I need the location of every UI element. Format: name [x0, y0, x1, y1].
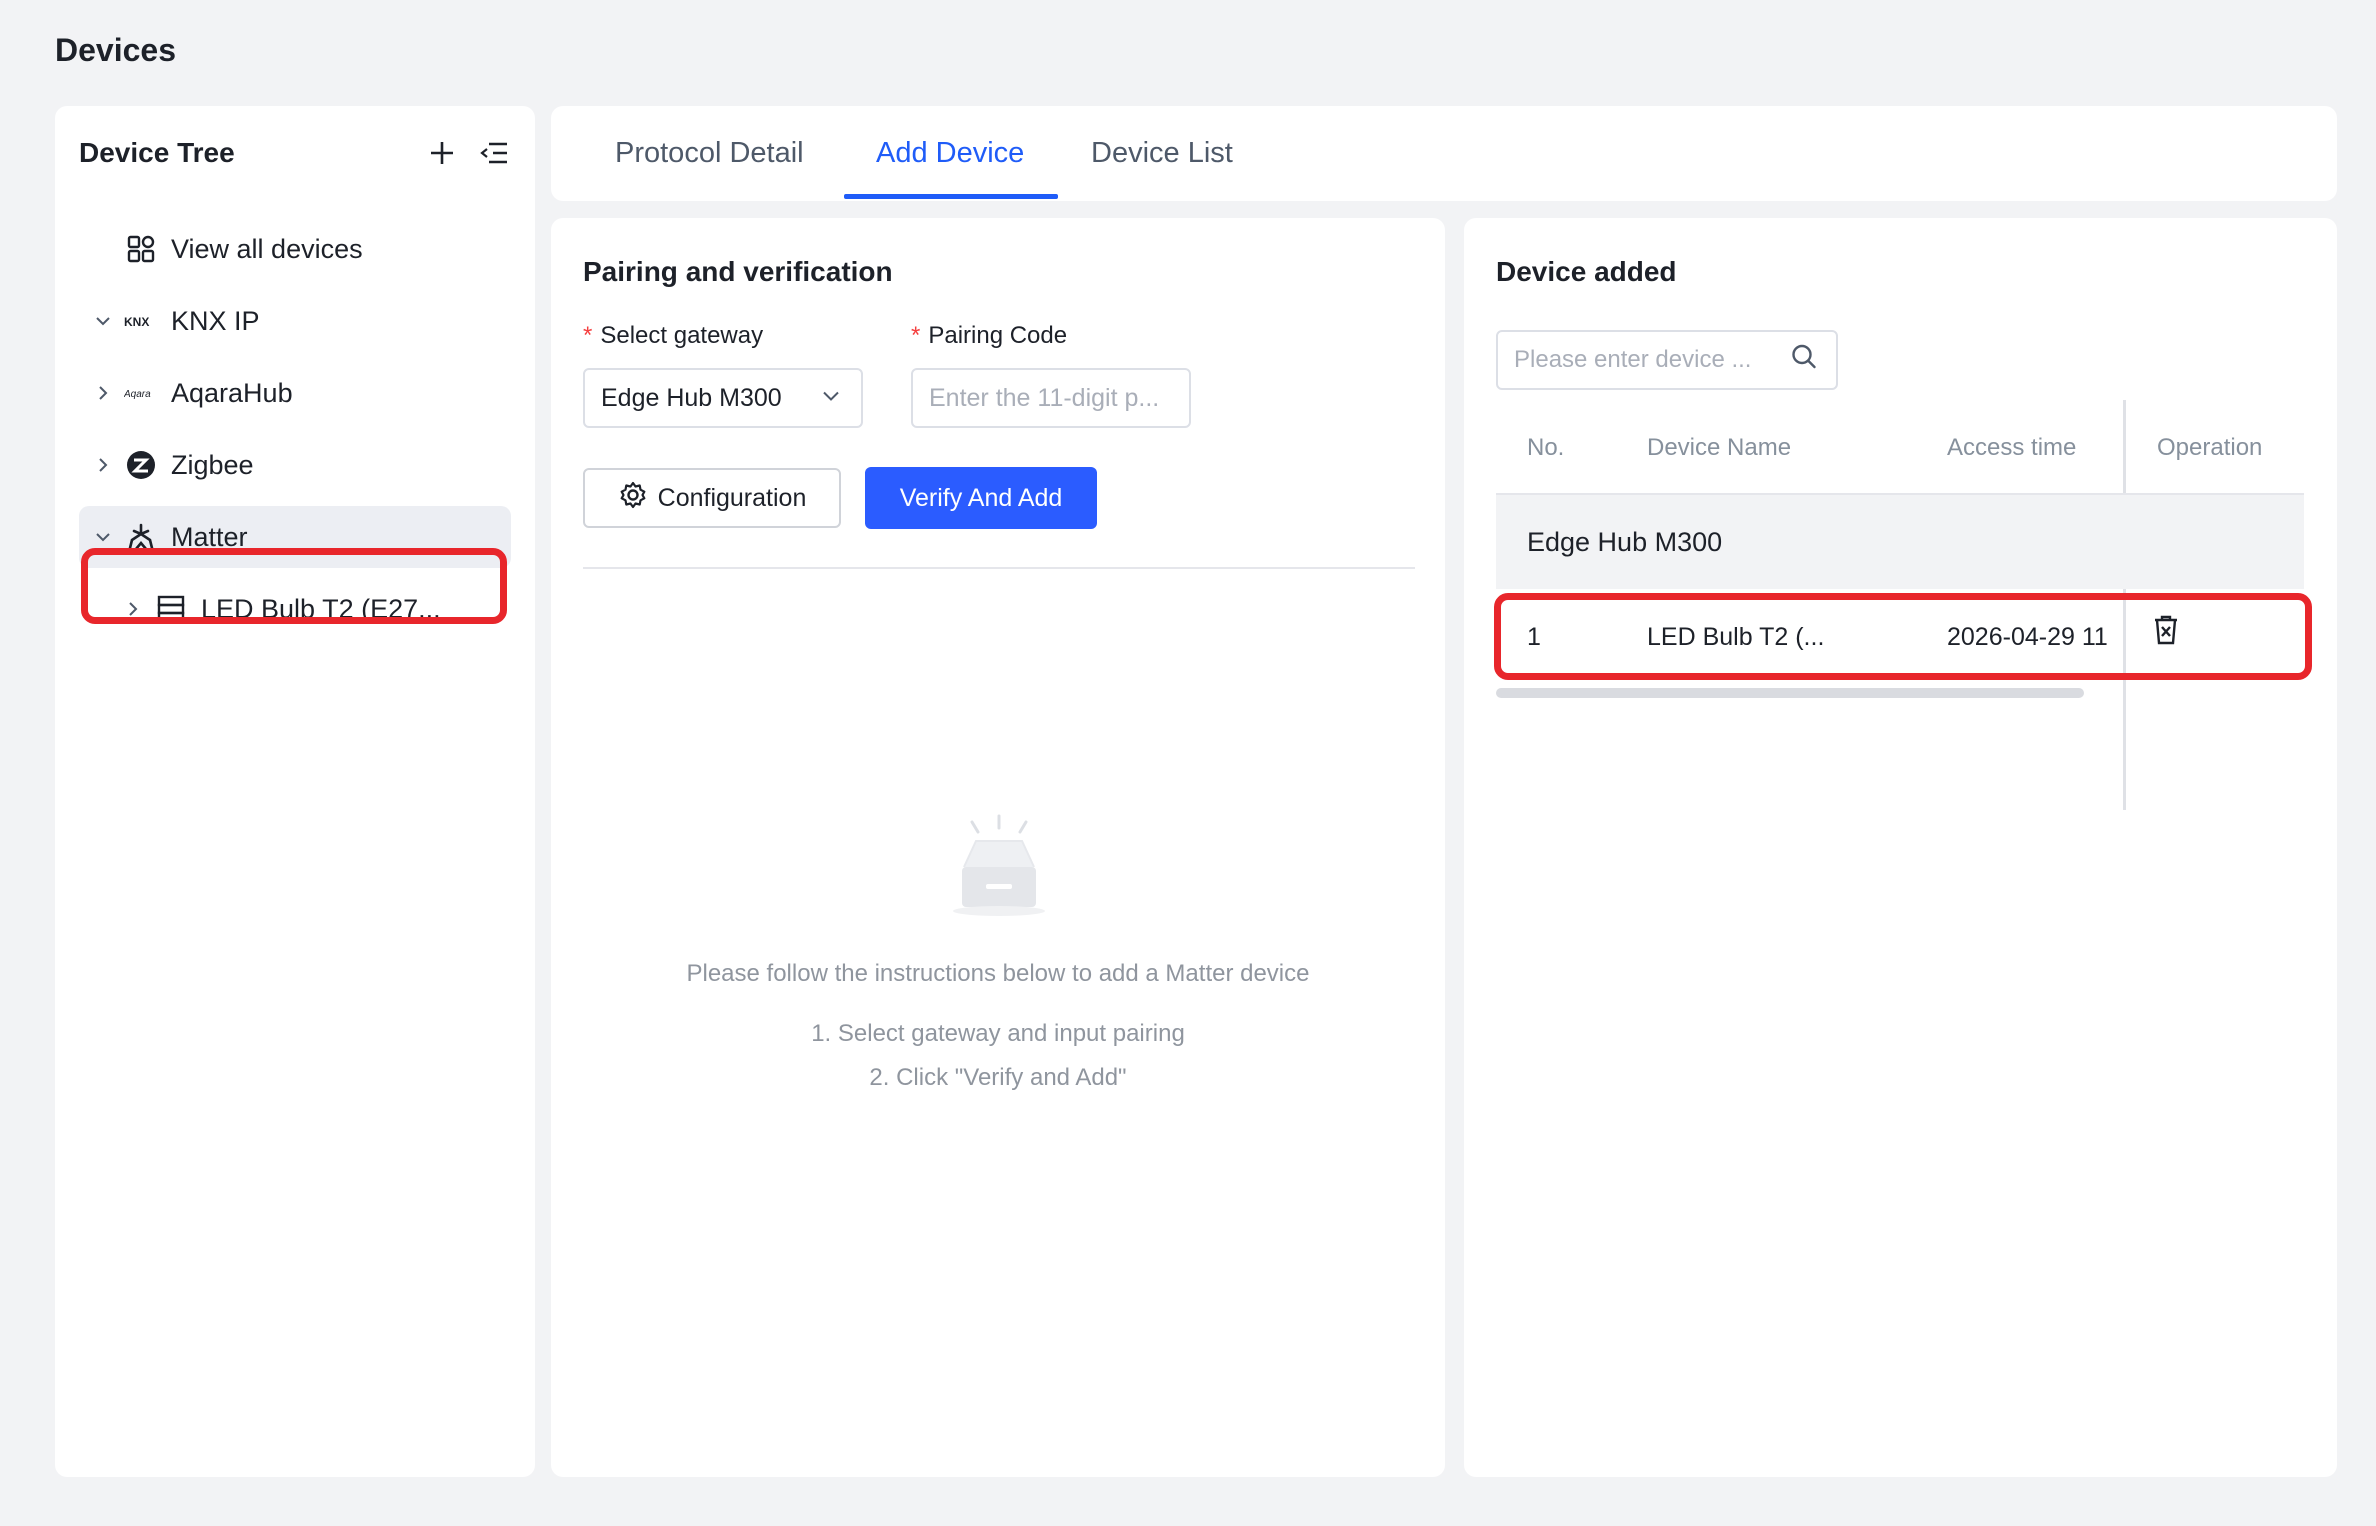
svg-text:KNX: KNX	[124, 315, 149, 329]
required-mark: *	[583, 322, 593, 349]
server-icon	[153, 591, 189, 627]
device-added-title: Device added	[1496, 256, 1677, 287]
grid-icon	[123, 231, 159, 267]
device-added-panel: Device added Please enter device ... No.…	[1464, 218, 2337, 1477]
device-tree-title: Device Tree	[79, 137, 235, 168]
plus-icon[interactable]	[425, 136, 459, 170]
chevron-right-icon[interactable]	[87, 449, 119, 481]
gateway-select[interactable]: Edge Hub M300	[583, 368, 863, 428]
chevron-right-icon[interactable]	[87, 377, 119, 409]
empty-hint: Please follow the instructions below to …	[686, 960, 1310, 987]
gateway-label: * Select gateway	[583, 322, 764, 349]
pairing-code-label: * Pairing Code	[911, 322, 1068, 349]
chevron-down-icon	[821, 384, 841, 413]
chevron-down-icon[interactable]	[87, 305, 119, 337]
gear-icon	[618, 480, 648, 517]
zigbee-logo-icon	[123, 447, 159, 483]
tree-item-label: View all devices	[171, 233, 363, 264]
window-edge	[2360, 0, 2376, 1526]
empty-box-icon	[944, 812, 1054, 922]
tab-add-device[interactable]: Add Device	[876, 106, 1024, 201]
column-header-no: No.	[1527, 434, 1565, 461]
tree-item-zigbee[interactable]: Zigbee	[79, 434, 511, 496]
pairing-title: Pairing and verification	[583, 256, 893, 287]
row-no: 1	[1527, 623, 1541, 651]
required-mark: *	[911, 322, 921, 349]
tab-protocol-detail[interactable]: Protocol Detail	[615, 106, 804, 201]
highlight-annotation	[1494, 593, 2312, 680]
column-header-device-name: Device Name	[1647, 434, 1792, 461]
row-access-time: 2026-04-29 11	[1947, 623, 2108, 651]
tree-item-knx-ip[interactable]: KNX KNX IP	[79, 290, 511, 352]
knx-logo-icon: KNX	[123, 303, 159, 339]
tree-item-matter[interactable]: Matter	[79, 506, 511, 568]
svg-text:Aqara: Aqara	[124, 389, 151, 400]
tree-item-label: Matter	[171, 521, 248, 552]
active-tab-indicator	[844, 194, 1058, 199]
search-icon[interactable]	[1790, 343, 1818, 378]
tree-item-label: LED Bulb T2 (E27...	[201, 593, 441, 624]
device-tree-header: Device Tree	[79, 130, 511, 176]
instruction-step: 2. Click "Verify and Add"	[869, 1064, 1127, 1091]
pairing-code-input[interactable]: Enter the 11-digit p...	[911, 368, 1191, 428]
tree-item-aqarahub[interactable]: Aqara AqaraHub	[79, 362, 511, 424]
collapse-menu-icon[interactable]	[477, 136, 511, 170]
instruction-step: 1. Select gateway and input pairing	[811, 1020, 1185, 1047]
column-header-access-time: Access time	[1947, 434, 2077, 461]
delete-icon[interactable]	[2149, 613, 2183, 647]
horizontal-scrollbar[interactable]	[1496, 688, 2084, 698]
tree-item-label: KNX IP	[171, 305, 260, 336]
column-header-operation: Operation	[2157, 434, 2263, 461]
tab-device-list[interactable]: Device List	[1091, 106, 1233, 201]
page-title: Devices	[55, 32, 176, 68]
tree-item-label: Zigbee	[171, 449, 254, 480]
tabs-bar: Protocol Detail Add Device Device List	[551, 106, 2337, 201]
group-label: Edge Hub M300	[1527, 527, 1723, 557]
pairing-panel: Pairing and verification * Select gateway…	[551, 218, 1445, 1477]
aqara-logo-icon: Aqara	[123, 375, 159, 411]
tree-item-label: AqaraHub	[171, 377, 293, 408]
device-search-input[interactable]: Please enter device ...	[1496, 330, 1838, 390]
row-device-name: LED Bulb T2 (...	[1647, 623, 1825, 651]
device-tree-panel: Device Tree View all devices KNX KNX IP	[55, 106, 535, 1477]
verify-and-add-button[interactable]: Verify And Add	[865, 467, 1097, 529]
divider	[583, 567, 1415, 569]
chevron-right-icon[interactable]	[117, 593, 149, 625]
chevron-down-icon[interactable]	[87, 521, 119, 553]
tree-item-view-all-devices[interactable]: View all devices	[79, 218, 511, 280]
configuration-button[interactable]: Configuration	[583, 468, 841, 528]
tree-item-led-bulb[interactable]: LED Bulb T2 (E27...	[79, 578, 511, 640]
fixed-column-separator	[2123, 400, 2126, 810]
matter-logo-icon	[123, 519, 159, 555]
